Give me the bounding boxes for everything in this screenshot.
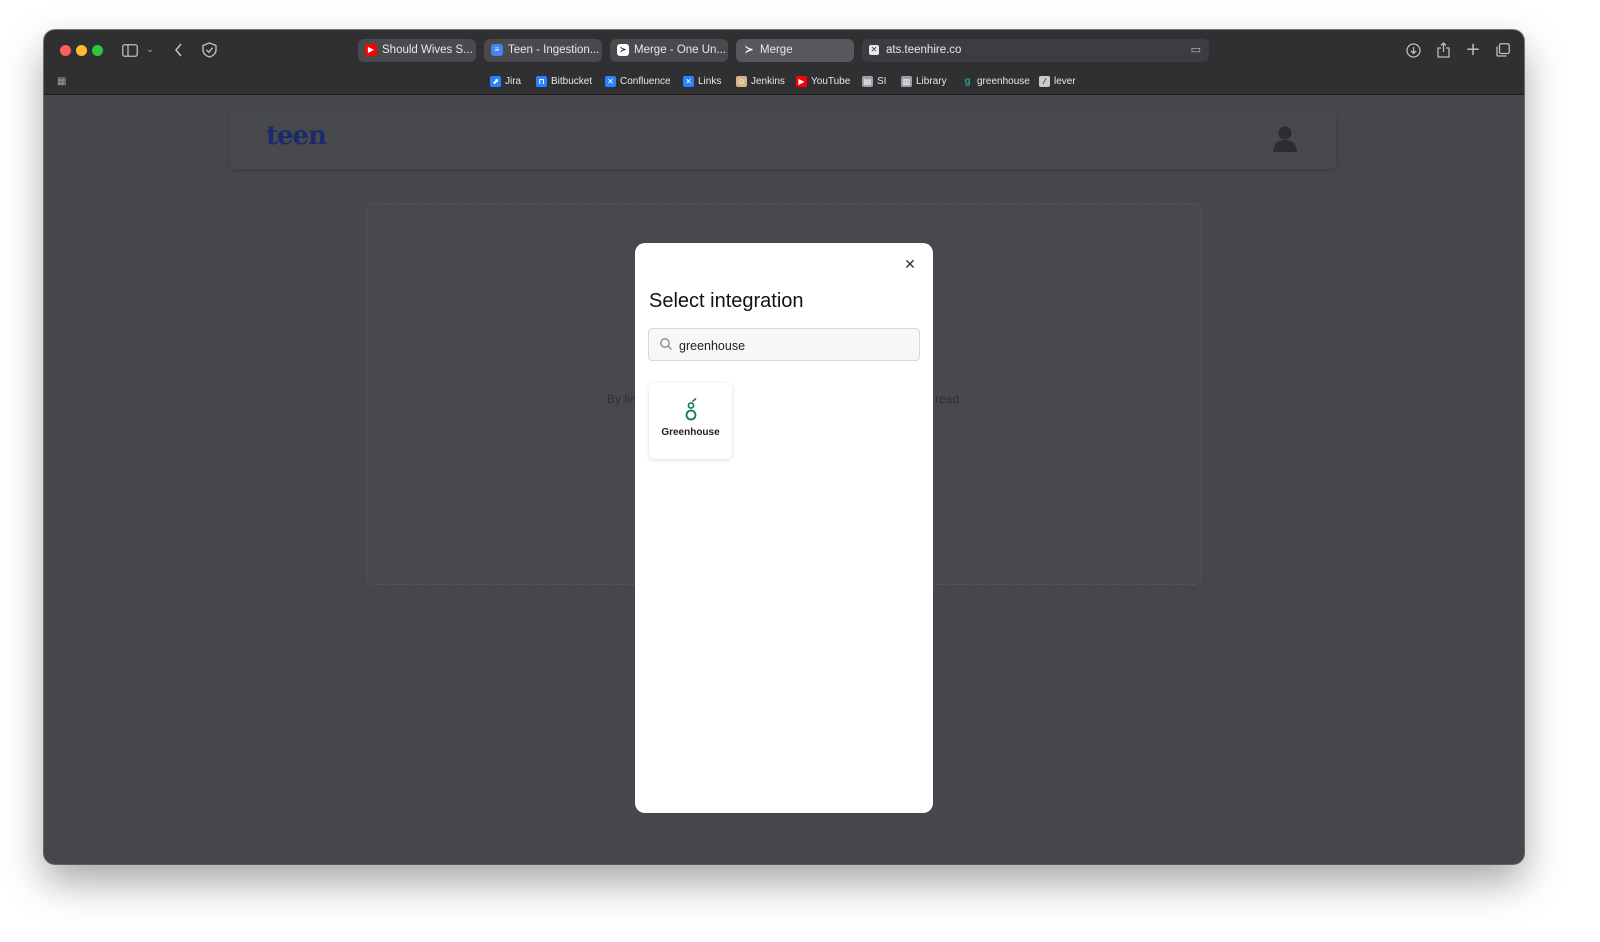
tab-label: Merge - One Un... xyxy=(634,44,727,56)
search-icon xyxy=(660,338,672,350)
bookmark-label: SI xyxy=(877,76,887,87)
page-content: teen By lin read ✕ Select integration gr… xyxy=(44,95,1524,864)
new-tab-plus-icon[interactable]: + xyxy=(1464,39,1482,61)
bookmark-greenhouse[interactable]: ɡ greenhouse xyxy=(962,75,1030,89)
bookmark-confluence[interactable]: ✕ Confluence xyxy=(605,75,671,89)
download-icon[interactable] xyxy=(1404,39,1422,61)
integration-card-greenhouse[interactable]: Greenhouse xyxy=(649,383,732,459)
bookmark-jira[interactable]: ⬈ Jira xyxy=(490,75,521,89)
tab-overview-icon[interactable] xyxy=(1494,39,1512,61)
shield-icon[interactable] xyxy=(200,39,218,61)
site-favicon-icon: ✕ xyxy=(869,45,879,55)
jenkins-icon: ☺ xyxy=(736,76,747,87)
address-text: ats.teenhire.co xyxy=(886,44,962,56)
browser-tab[interactable]: ≡ Teen - Ingestion... xyxy=(484,39,602,62)
youtube-icon: ▶ xyxy=(796,76,807,87)
integration-name: Greenhouse xyxy=(661,427,720,438)
share-icon[interactable] xyxy=(1434,39,1452,61)
browser-tab-active[interactable]: ≻ Merge xyxy=(736,39,854,62)
bookmark-label: Confluence xyxy=(620,76,671,87)
confluence-icon: ✕ xyxy=(605,76,616,87)
window-maximize-button[interactable] xyxy=(92,45,103,56)
bookmark-label: Jira xyxy=(505,76,522,87)
grid-icon[interactable]: ▦ xyxy=(57,76,66,87)
jira-icon: ⬈ xyxy=(490,76,501,87)
modal-title: Select integration xyxy=(649,290,804,312)
bookmark-jenkins[interactable]: ☺ Jenkins xyxy=(736,75,785,89)
bookmark-label: YouTube xyxy=(811,76,851,87)
window-close-button[interactable] xyxy=(60,45,71,56)
chevron-down-icon[interactable]: ⌄ xyxy=(144,39,156,61)
browser-window: ⌄ ▶ Should Wives S... ≡ Teen - Ingestion… xyxy=(44,30,1524,864)
back-arrow-icon[interactable] xyxy=(170,39,186,61)
address-bar[interactable]: ✕ ats.teenhire.co ▭ xyxy=(862,39,1209,62)
tab-label: Merge xyxy=(760,44,793,56)
sidebar-toggle-icon[interactable] xyxy=(120,39,140,61)
library-icon: ▥ xyxy=(901,76,912,87)
links-icon: ✕ xyxy=(683,76,694,87)
bookmark-lever[interactable]: ⁄ lever xyxy=(1039,75,1076,89)
lever-icon: ⁄ xyxy=(1039,76,1050,87)
bookmark-label: Links xyxy=(698,76,722,87)
app-logo[interactable]: teen xyxy=(266,121,327,151)
search-input[interactable] xyxy=(677,333,911,358)
browser-tab[interactable]: ≻ Merge - One Un... xyxy=(610,39,728,62)
greenhouse-logo-icon xyxy=(685,398,697,421)
tab-label: Teen - Ingestion... xyxy=(508,44,600,56)
bookmark-label: Library xyxy=(916,76,947,87)
si-icon: ▤ xyxy=(862,76,873,87)
browser-tab[interactable]: ▶ Should Wives S... xyxy=(358,39,476,62)
select-integration-modal: ✕ Select integration Greenhouse xyxy=(635,243,933,813)
bookmark-links[interactable]: ✕ Links xyxy=(683,75,721,89)
dropzone-text-right: read xyxy=(935,392,960,406)
user-avatar-icon[interactable] xyxy=(1270,123,1300,153)
bookmark-label: Bitbucket xyxy=(551,76,593,87)
merge-icon: ≻ xyxy=(744,44,754,56)
dropzone-text-left: By lin xyxy=(607,392,637,406)
reader-icon[interactable]: ▭ xyxy=(1191,39,1201,62)
browser-toolbar: ⌄ ▶ Should Wives S... ≡ Teen - Ingestion… xyxy=(44,30,1524,70)
greenhouse-icon: ɡ xyxy=(964,76,971,87)
bookmark-bitbucket[interactable]: ⊓ Bitbucket xyxy=(536,75,592,89)
bookmark-library[interactable]: ▥ Library xyxy=(901,75,947,89)
close-icon[interactable]: ✕ xyxy=(901,255,919,273)
google-docs-icon: ≡ xyxy=(491,44,503,56)
bookmark-label: greenhouse xyxy=(977,76,1030,87)
youtube-icon: ▶ xyxy=(365,44,377,56)
tab-label: Should Wives S... xyxy=(382,44,473,56)
merge-icon: ≻ xyxy=(617,44,629,56)
bookmarks-bar: ▦ ⬈ Jira ⊓ Bitbucket ✕ Confluence ✕ Links ☺ J… xyxy=(44,70,1524,95)
bookmark-label: lever xyxy=(1054,76,1076,87)
window-minimize-button[interactable] xyxy=(76,45,87,56)
bookmark-label: Jenkins xyxy=(751,76,785,87)
bookmark-si[interactable]: ▤ SI xyxy=(862,75,886,89)
search-field[interactable] xyxy=(648,328,920,361)
app-header: teen xyxy=(230,109,1336,169)
bookmark-youtube[interactable]: ▶ YouTube xyxy=(796,75,850,89)
bitbucket-icon: ⊓ xyxy=(536,76,547,87)
